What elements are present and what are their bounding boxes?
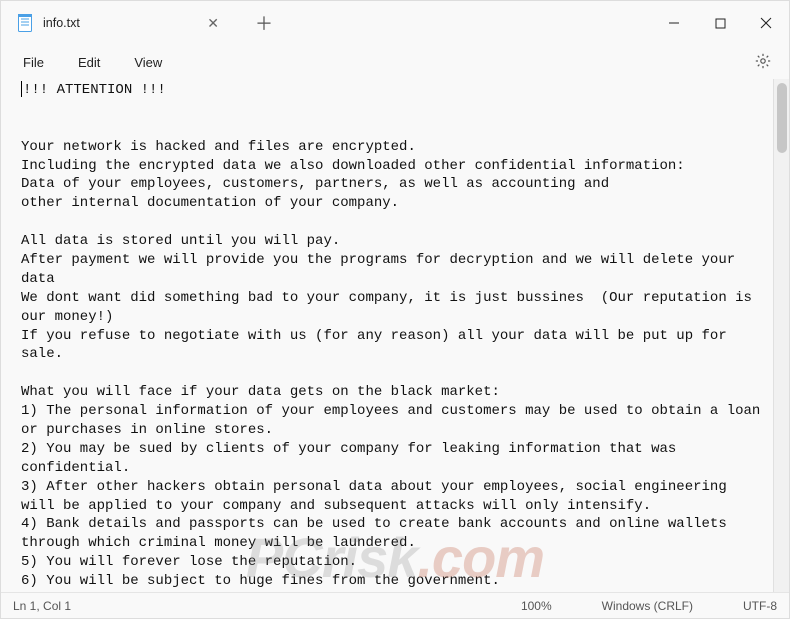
notepad-window: info.txt ✕ ＋ File Edit View	[0, 0, 790, 619]
text-editor[interactable]: !!! ATTENTION !!! Your network is hacked…	[1, 79, 773, 592]
menubar: File Edit View	[1, 45, 789, 79]
new-tab-button[interactable]: ＋	[241, 1, 287, 45]
status-line-ending[interactable]: Windows (CRLF)	[602, 599, 693, 613]
close-window-button[interactable]	[743, 1, 789, 45]
gear-icon	[755, 53, 771, 69]
maximize-icon	[715, 18, 726, 29]
vertical-scrollbar[interactable]	[773, 79, 789, 592]
settings-button[interactable]	[745, 49, 781, 76]
minimize-icon	[668, 17, 680, 29]
editor-area: !!! ATTENTION !!! Your network is hacked…	[1, 79, 789, 592]
status-encoding[interactable]: UTF-8	[743, 599, 777, 613]
menu-file[interactable]: File	[9, 51, 58, 74]
tab-title: info.txt	[43, 16, 80, 30]
close-tab-icon[interactable]: ✕	[199, 11, 227, 36]
plus-icon: ＋	[255, 10, 273, 36]
menu-edit[interactable]: Edit	[64, 51, 114, 74]
scrollbar-thumb[interactable]	[777, 83, 787, 153]
titlebar-spacer	[287, 1, 651, 45]
minimize-button[interactable]	[651, 1, 697, 45]
editor-content: !!! ATTENTION !!! Your network is hacked…	[21, 82, 769, 592]
menu-view[interactable]: View	[120, 51, 176, 74]
status-cursor-position: Ln 1, Col 1	[13, 599, 71, 613]
close-icon	[760, 17, 772, 29]
notepad-file-icon	[17, 13, 33, 33]
status-zoom[interactable]: 100%	[521, 599, 552, 613]
maximize-button[interactable]	[697, 1, 743, 45]
titlebar: info.txt ✕ ＋	[1, 1, 789, 45]
statusbar: Ln 1, Col 1 100% Windows (CRLF) UTF-8	[1, 592, 789, 618]
file-tab[interactable]: info.txt ✕	[1, 1, 241, 45]
text-caret	[21, 81, 22, 97]
window-controls	[651, 1, 789, 45]
